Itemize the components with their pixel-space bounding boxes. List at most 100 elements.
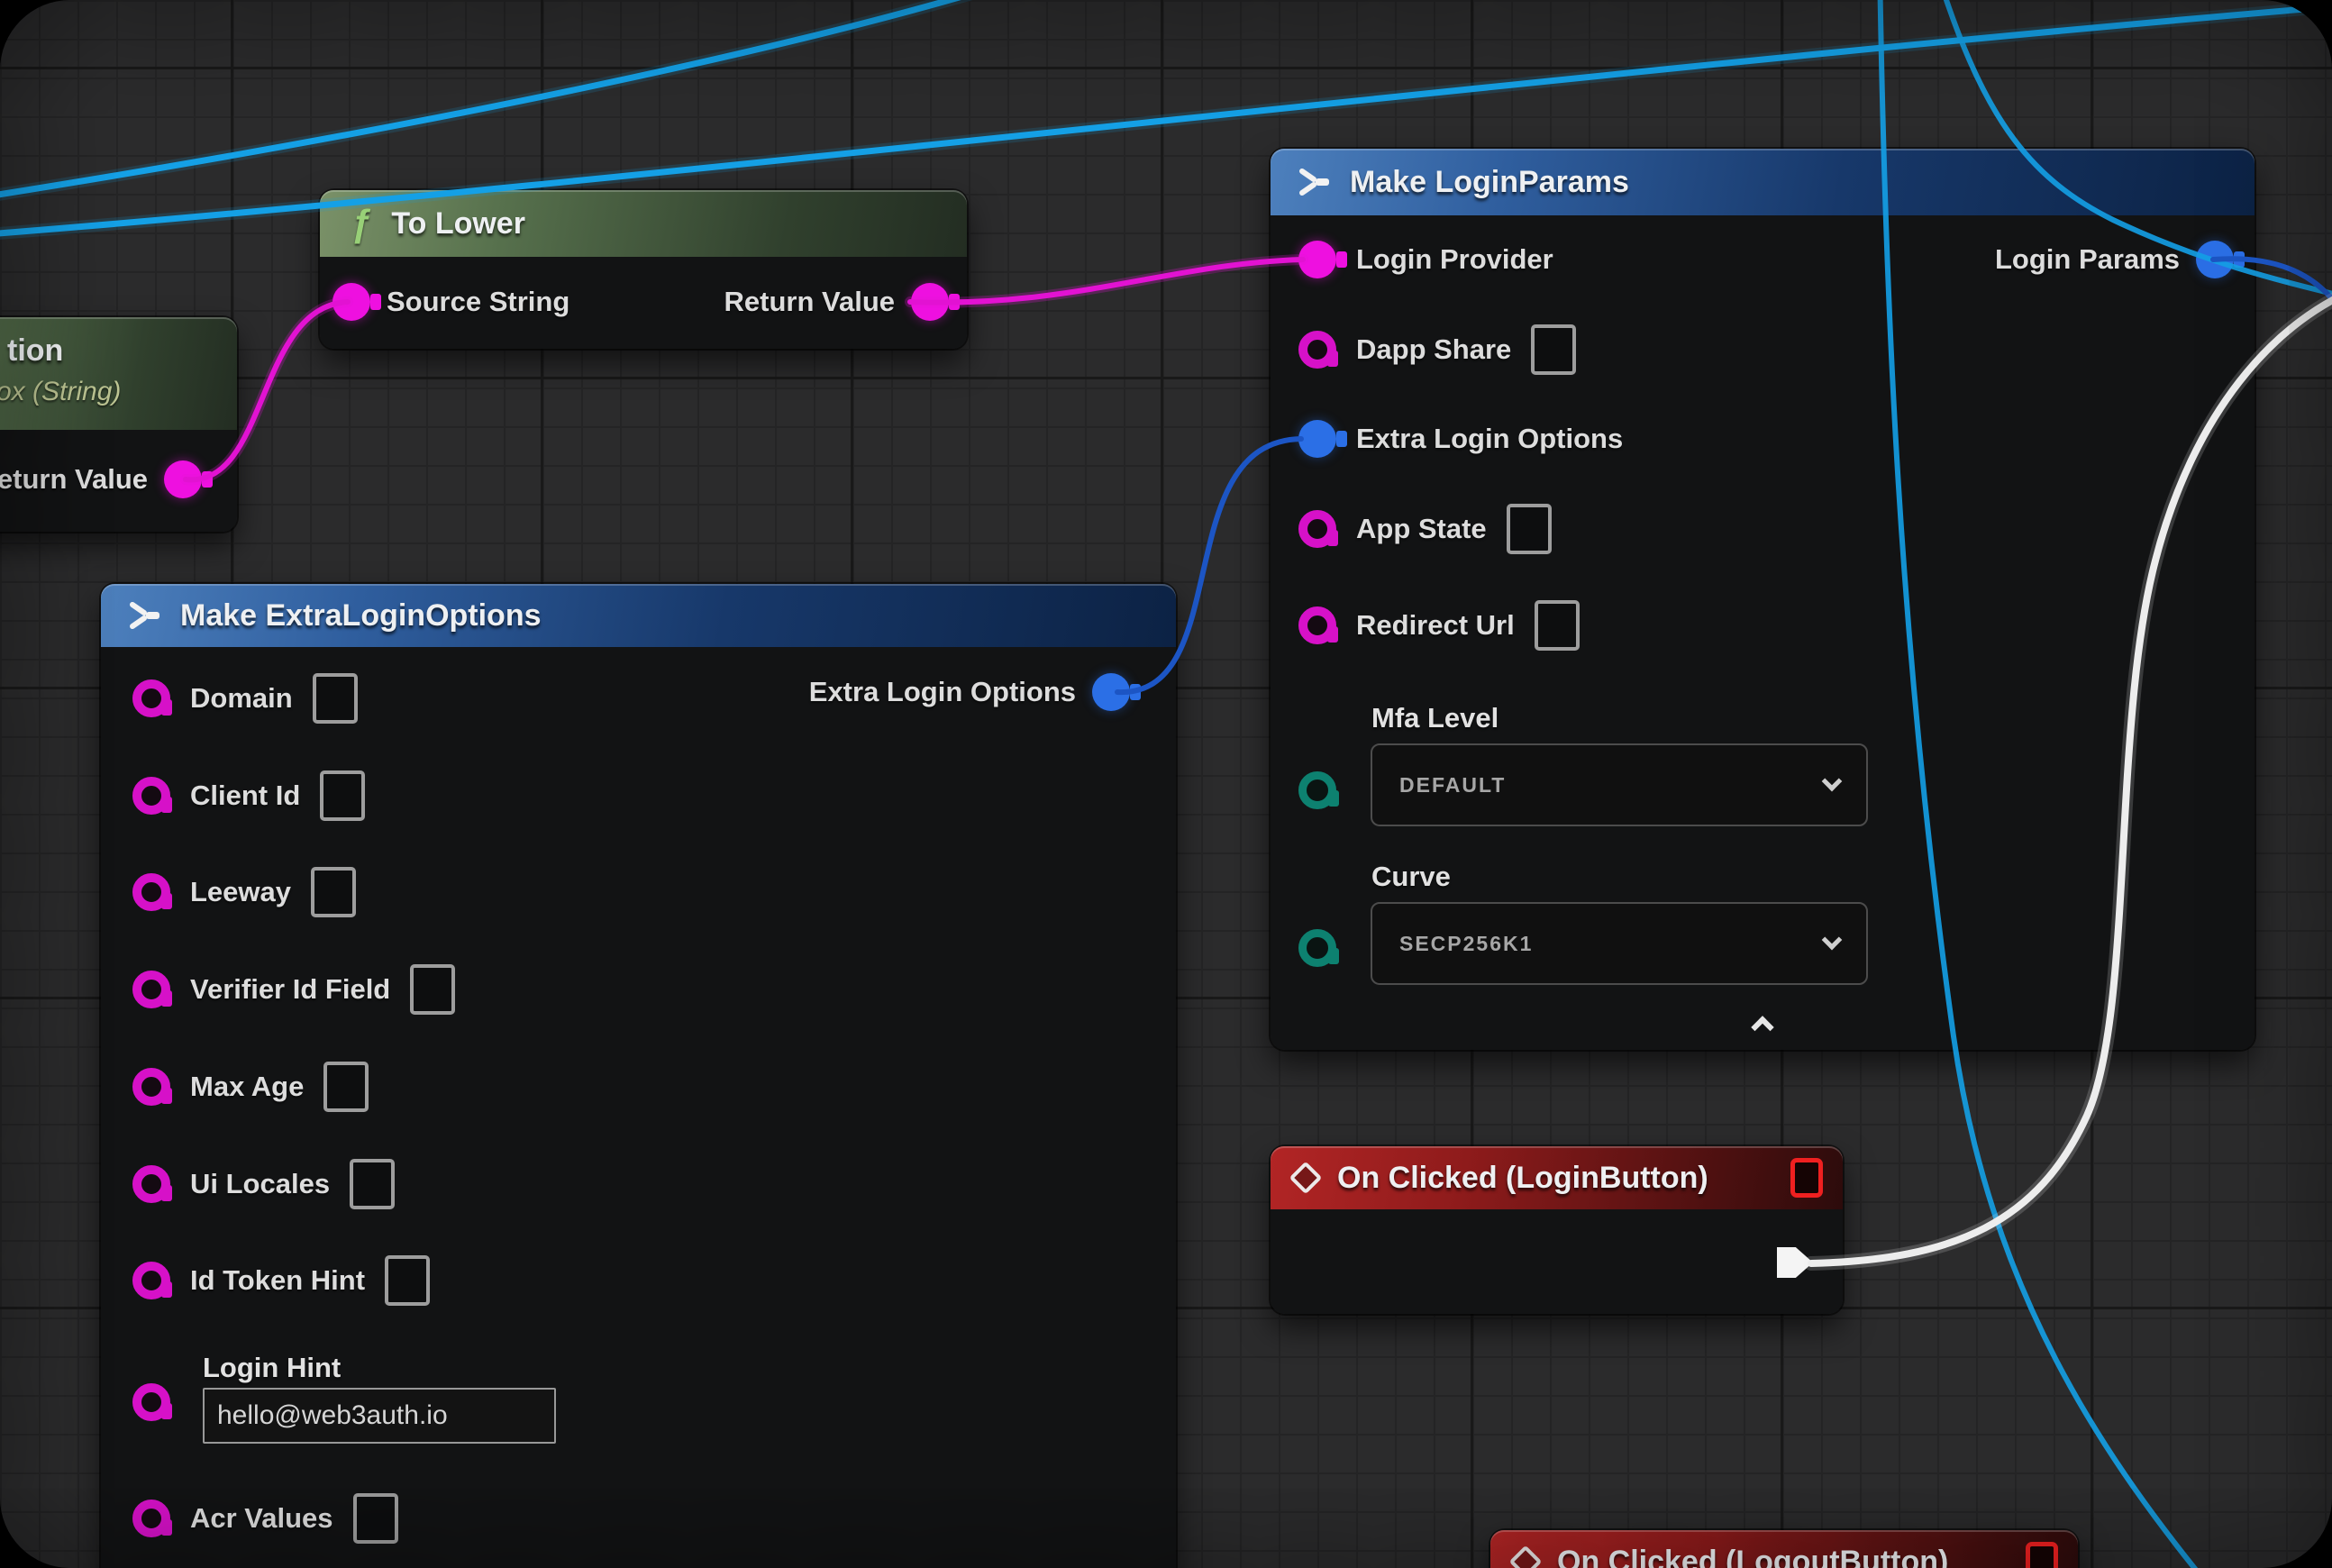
pin-label: Mfa Level: [1371, 702, 1498, 734]
pin-row-dapp-share: Dapp Share: [1271, 324, 2255, 375]
enum-input-pin[interactable]: [1298, 771, 1336, 809]
make-struct-icon: [1296, 167, 1332, 197]
node-on-clicked-login-button[interactable]: On Clicked (LoginButton): [1271, 1146, 1843, 1314]
pin-label: Return Value: [0, 463, 148, 496]
pin-label: Source String: [387, 286, 569, 318]
pin-label: Curve: [1371, 861, 1451, 893]
node-title: On Clicked (LoginButton): [1337, 1161, 1771, 1196]
event-diamond-icon: [1289, 1162, 1323, 1195]
pin-label: Leeway: [190, 876, 291, 908]
enum-input-pin[interactable]: [1298, 929, 1336, 967]
unbind-event-button[interactable]: [2026, 1542, 2058, 1568]
string-input-pin[interactable]: [1298, 510, 1336, 548]
pin-row-login-provider: Login Provider: [1271, 234, 2255, 285]
string-input-pin[interactable]: [132, 1068, 170, 1106]
node-header: Make ExtraLoginOptions: [101, 584, 1176, 647]
wire-tolower-to-loginprovider[interactable]: [910, 260, 1303, 303]
node-title: Make ExtraLoginOptions: [180, 598, 542, 634]
pin-row-return-value: Return Value: [0, 454, 237, 505]
pin-row-ui-locales: Ui Locales: [101, 1159, 1176, 1209]
make-struct-icon: [126, 600, 162, 631]
app-state-checkbox[interactable]: [1507, 504, 1552, 554]
login-hint-input[interactable]: [203, 1388, 556, 1444]
client-id-checkbox[interactable]: [320, 770, 365, 821]
string-input-pin[interactable]: [132, 777, 170, 815]
leeway-checkbox[interactable]: [311, 867, 356, 917]
string-input-pin[interactable]: [132, 971, 170, 1008]
string-input-pin[interactable]: [132, 1262, 170, 1299]
max-age-checkbox[interactable]: [323, 1062, 369, 1112]
chevron-down-icon: [1822, 930, 1843, 951]
string-input-pin[interactable]: [1298, 241, 1336, 278]
string-input-pin[interactable]: [1298, 331, 1336, 369]
pin-row-leeway: Leeway: [101, 867, 1176, 917]
node-make-login-params[interactable]: Make LoginParams Login Params Login Prov…: [1271, 149, 2255, 1050]
pin-label: Client Id: [190, 779, 300, 812]
string-output-pin[interactable]: [911, 283, 949, 321]
ui-locales-checkbox[interactable]: [350, 1159, 395, 1209]
pin-label: Dapp Share: [1356, 333, 1511, 366]
node-on-clicked-logout-button[interactable]: On Clicked (LogoutButton): [1490, 1530, 2078, 1568]
string-input-pin[interactable]: [132, 1383, 170, 1421]
string-input-pin[interactable]: [132, 1500, 170, 1537]
redirect-url-checkbox[interactable]: [1535, 600, 1580, 651]
pin-row-max-age: Max Age: [101, 1062, 1176, 1112]
pin-label: Login Hint: [203, 1352, 341, 1384]
dropdown-value: DEFAULT: [1399, 773, 1506, 798]
node-make-extra-login-options[interactable]: Make ExtraLoginOptions Extra Login Optio…: [101, 584, 1176, 1568]
node-header: On Clicked (LoginButton): [1271, 1146, 1843, 1209]
node-title: Make LoginParams: [1350, 165, 1629, 200]
pin-row-app-state: App State: [1271, 504, 2255, 554]
event-diamond-icon: [1509, 1545, 1543, 1568]
string-input-pin[interactable]: [132, 679, 170, 717]
function-icon: ƒ: [351, 202, 371, 245]
wire-cyan-glow: [0, 0, 1068, 200]
node-header: tion ox (String): [0, 317, 237, 430]
mfa-level-dropdown[interactable]: DEFAULT: [1371, 743, 1868, 826]
pin-row-domain: Domain: [101, 673, 1176, 724]
pin-label: Verifier Id Field: [190, 973, 390, 1006]
string-input-pin[interactable]: [332, 283, 370, 321]
pin-label: Acr Values: [190, 1502, 333, 1535]
collapse-node-chevron[interactable]: [1751, 1016, 1773, 1038]
string-input-pin[interactable]: [132, 1165, 170, 1203]
curve-dropdown[interactable]: SECP256K1: [1371, 902, 1868, 985]
pin-label: Login Provider: [1356, 243, 1553, 276]
pin-label: Redirect Url: [1356, 609, 1515, 642]
node-header: On Clicked (LogoutButton): [1490, 1530, 2078, 1568]
node-subtitle-fragment: ox (String): [0, 377, 121, 407]
pin-label: Max Age: [190, 1071, 304, 1103]
pin-row: Source String Return Value: [320, 277, 967, 327]
node-title-fragment: tion: [7, 333, 63, 369]
chevron-down-icon: [1822, 771, 1843, 792]
string-output-pin[interactable]: [164, 460, 202, 498]
pin-row-id-token-hint: Id Token Hint: [101, 1255, 1176, 1306]
wire-cyan-1[interactable]: [0, 0, 1068, 200]
dropdown-value: SECP256K1: [1399, 932, 1533, 956]
unbind-event-button[interactable]: [1790, 1158, 1823, 1198]
node-get-text-partial[interactable]: tion ox (String) Return Value: [0, 317, 237, 532]
id-token-hint-checkbox[interactable]: [385, 1255, 430, 1306]
pin-row-client-id: Client Id: [101, 770, 1176, 821]
blueprint-graph-canvas[interactable]: tion ox (String) Return Value ƒ To Lower…: [0, 0, 2332, 1568]
pin-row-extra-login-options: Extra Login Options: [1271, 414, 2255, 464]
domain-checkbox[interactable]: [313, 673, 358, 724]
string-input-pin[interactable]: [132, 873, 170, 911]
string-input-pin[interactable]: [1298, 606, 1336, 644]
pin-label: Return Value: [724, 286, 896, 318]
dapp-share-checkbox[interactable]: [1531, 324, 1576, 375]
acr-values-checkbox[interactable]: [353, 1493, 398, 1544]
node-header: Make LoginParams: [1271, 149, 2255, 215]
pin-row-redirect-url: Redirect Url: [1271, 600, 2255, 651]
node-title: On Clicked (LogoutButton): [1557, 1545, 2006, 1568]
exec-output-pin[interactable]: [1777, 1247, 1813, 1278]
node-to-lower[interactable]: ƒ To Lower Source String Return Value: [320, 190, 967, 349]
pin-label: App State: [1356, 513, 1487, 545]
pin-label: Id Token Hint: [190, 1264, 365, 1297]
node-header: ƒ To Lower: [320, 190, 967, 257]
pin-label: Extra Login Options: [1356, 423, 1623, 455]
blueprint-editor-screenshot: tion ox (String) Return Value ƒ To Lower…: [0, 0, 2332, 1568]
verifier-id-field-checkbox[interactable]: [410, 964, 455, 1015]
node-title: To Lower: [391, 206, 525, 242]
struct-input-pin[interactable]: [1298, 420, 1336, 458]
